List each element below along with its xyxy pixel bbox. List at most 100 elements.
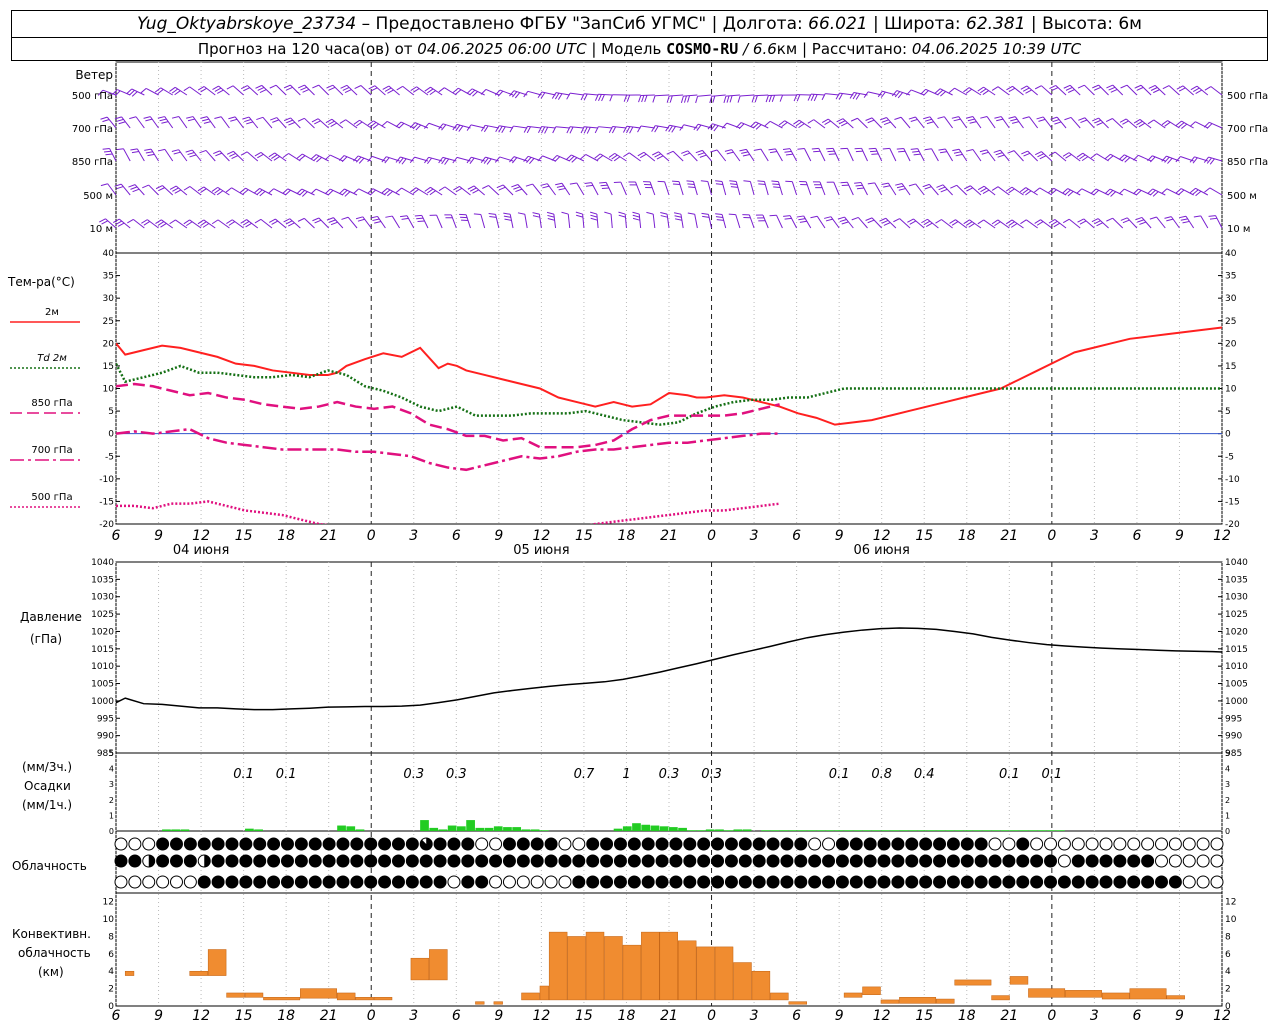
conv-bar bbox=[336, 992, 356, 1001]
time-tick-label-bottom: 18 bbox=[958, 1008, 976, 1024]
wind-barb bbox=[958, 116, 968, 129]
precip-value-label: 0.4 bbox=[914, 767, 935, 782]
precip-bar bbox=[973, 830, 982, 831]
wind-level-label: 850 гПа bbox=[72, 157, 113, 168]
cloud-symbol bbox=[1030, 854, 1044, 868]
precip-value-label: 0.8 bbox=[871, 767, 892, 782]
wind-barb bbox=[927, 218, 939, 229]
wind-barb-feather bbox=[715, 180, 723, 182]
wind-barb-feather bbox=[1148, 84, 1156, 89]
wind-barb-feather bbox=[1034, 85, 1042, 90]
cloud-symbol bbox=[350, 854, 364, 868]
wind-barb-feather bbox=[796, 215, 804, 218]
cloud-symbol bbox=[1127, 854, 1141, 868]
wind-barb bbox=[803, 148, 812, 162]
conv-bar bbox=[355, 997, 374, 1001]
time-tick-label-bottom: 0 bbox=[707, 1008, 716, 1024]
time-tick-label-bottom: 0 bbox=[1047, 1008, 1056, 1024]
wind-barb-feather bbox=[894, 116, 902, 120]
wind-barb-feather bbox=[584, 182, 592, 184]
wind-barb-feather bbox=[368, 85, 376, 90]
wind-barb-feather bbox=[1078, 117, 1086, 121]
wind-barb-feather bbox=[757, 180, 765, 183]
wind-barb bbox=[584, 126, 599, 129]
cloud-symbol bbox=[489, 854, 503, 868]
wind-barb-feather bbox=[598, 94, 602, 102]
wind-barb bbox=[819, 181, 826, 196]
temp-legend-label: 500 гПа bbox=[31, 492, 72, 503]
temp-legend-label: 700 гПа bbox=[31, 445, 72, 456]
wind-barb-feather bbox=[1180, 218, 1188, 221]
wind-barb bbox=[317, 118, 330, 129]
wind-barb-feather bbox=[939, 151, 948, 154]
wind-barb-feather bbox=[955, 153, 963, 157]
wind-barb-feather bbox=[297, 217, 305, 222]
wind-barb-feather bbox=[641, 95, 645, 103]
wind-barb-feather bbox=[355, 216, 363, 220]
cloud-symbol bbox=[683, 837, 697, 851]
cloud-symbol bbox=[419, 854, 433, 868]
wind-barb-feather bbox=[254, 218, 262, 224]
wind-barb-feather bbox=[895, 183, 903, 186]
wind-barb-feather bbox=[881, 119, 889, 123]
wind-barb-feather bbox=[256, 116, 264, 121]
cloud-symbol bbox=[572, 875, 586, 889]
wind-barb bbox=[261, 85, 273, 96]
pres-ytick: 1035 bbox=[91, 575, 114, 585]
wind-barb-feather bbox=[1005, 219, 1013, 225]
wind-barb bbox=[219, 150, 230, 162]
precip-ytick-right: 0 bbox=[1225, 827, 1230, 836]
wind-barb-feather bbox=[836, 118, 844, 123]
wind-barb-feather bbox=[1020, 219, 1027, 225]
wind-barb-feather bbox=[174, 90, 181, 96]
wind-barb bbox=[857, 217, 868, 229]
wind-barb bbox=[591, 182, 599, 196]
cloud-symbol bbox=[364, 854, 378, 868]
wind-barb bbox=[362, 216, 372, 229]
wind-barb bbox=[1084, 117, 1095, 129]
conv-bar bbox=[226, 992, 245, 998]
wind-barb-feather bbox=[269, 84, 277, 89]
wind-barb bbox=[599, 153, 613, 162]
wind-barb-feather bbox=[551, 92, 557, 99]
cloud-symbol bbox=[280, 854, 294, 868]
wind-barb bbox=[900, 116, 911, 129]
cloud-symbol bbox=[613, 837, 627, 851]
wind-barb bbox=[972, 149, 982, 162]
wind-barb-feather bbox=[356, 121, 363, 127]
wind-barb bbox=[1070, 117, 1081, 129]
wind-barb-feather bbox=[1153, 89, 1160, 94]
wind-barb bbox=[986, 116, 996, 129]
temp-ytick-right: 0 bbox=[1225, 430, 1231, 440]
wind-barb bbox=[189, 86, 202, 96]
time-tick-label-bottom: 18 bbox=[618, 1008, 636, 1024]
pres-ytick-right: 1005 bbox=[1225, 680, 1248, 690]
wind-barb-feather bbox=[729, 95, 733, 103]
wind-barb bbox=[120, 183, 131, 196]
wind-barb-feather bbox=[357, 218, 365, 222]
wind-barb-feather bbox=[963, 87, 970, 93]
wind-barb-feather bbox=[513, 186, 521, 190]
time-tick-label-bottom: 15 bbox=[235, 1008, 253, 1024]
wind-level-label-right: 10 м bbox=[1227, 224, 1250, 235]
wind-barb-feather bbox=[503, 212, 511, 215]
wind-barb-feather bbox=[611, 154, 618, 160]
wind-barb-feather bbox=[416, 217, 424, 220]
wind-barb bbox=[658, 151, 670, 162]
wind-barb-feather bbox=[271, 154, 278, 159]
time-tick-label-bottom: 21 bbox=[1000, 1008, 1018, 1024]
wind-barb-feather bbox=[712, 95, 716, 103]
wind-barb-feather bbox=[314, 219, 322, 224]
wind-barb-feather bbox=[1138, 122, 1146, 128]
wind-barb-feather bbox=[601, 94, 605, 102]
wind-barb bbox=[762, 214, 769, 229]
precip-bar bbox=[180, 829, 190, 831]
wind-barb-feather bbox=[854, 182, 862, 184]
wind-barb-feather bbox=[1020, 85, 1028, 90]
wind-barb bbox=[775, 148, 783, 162]
wind-barb bbox=[1182, 85, 1194, 96]
wind-barb-feather bbox=[867, 182, 875, 185]
wind-barb-feather bbox=[257, 153, 264, 159]
cloud-symbol bbox=[586, 837, 600, 851]
wind-barb-feather bbox=[924, 118, 932, 122]
